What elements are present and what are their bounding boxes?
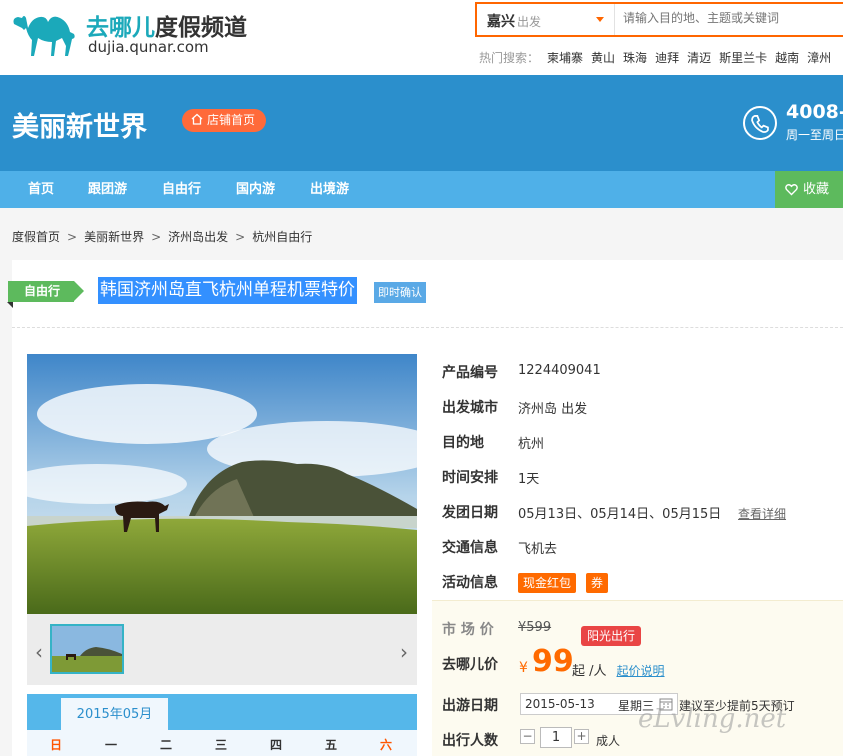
hot-search-item[interactable]: 柬埔寨 xyxy=(547,51,583,65)
activity-label: 活动信息 xyxy=(442,575,498,591)
transport-label: 交通信息 xyxy=(442,540,498,556)
shop-banner: 美丽新世界 xyxy=(0,75,843,171)
nav-item-outbound[interactable]: 出境游 xyxy=(310,171,349,208)
breadcrumb-item[interactable]: 济州岛出发 xyxy=(168,230,228,244)
hot-searches: 热门搜索： 柬埔寨 黄山 珠海 迪拜 清迈 斯里兰卡 越南 漳州 xyxy=(479,49,831,66)
qunar-price-label: 去哪儿价 xyxy=(442,657,498,673)
breadcrumb: 度假首页 > 美丽新世界 > 济州岛出发 > 杭州自由行 xyxy=(12,228,312,245)
camel-logo-icon[interactable] xyxy=(10,8,80,58)
schedule-label: 时间安排 xyxy=(442,470,498,486)
weekday-label: 五 xyxy=(325,738,338,752)
weekday-label: 一 xyxy=(105,738,118,752)
instant-confirm-badge: 即时确认 xyxy=(374,282,426,303)
travelers-label: 出行人数 xyxy=(442,733,498,749)
decrease-button[interactable]: − xyxy=(520,729,535,744)
coupon-badge[interactable]: 券 xyxy=(586,573,609,593)
breadcrumb-separator: > xyxy=(67,230,78,244)
product-code-label: 产品编号 xyxy=(442,365,498,381)
hot-search-item[interactable]: 斯里兰卡 xyxy=(719,51,767,65)
hot-search-item[interactable]: 珠海 xyxy=(623,51,647,65)
hot-search-label: 热门搜索： xyxy=(479,51,540,65)
travelers-input[interactable]: 1 xyxy=(540,727,572,748)
increase-button[interactable]: + xyxy=(574,729,589,744)
search-box: 嘉兴 出发 xyxy=(475,2,843,37)
transport: 飞机去 xyxy=(518,542,558,557)
destination: 杭州 xyxy=(518,437,545,452)
travelers-unit: 成人 xyxy=(596,734,621,748)
thumbnail-image[interactable] xyxy=(50,624,124,674)
breadcrumb-separator: > xyxy=(235,230,246,244)
phone-icon xyxy=(743,106,777,140)
nav-item-domestic[interactable]: 国内游 xyxy=(236,171,275,208)
depart-city-label: 出发城市 xyxy=(442,400,498,416)
product-type-tag: 自由行 xyxy=(6,281,85,308)
departure-dates: 05月13日、05月14日、05月15日 xyxy=(518,507,722,522)
currency-symbol: ¥ xyxy=(519,660,528,676)
view-details-link[interactable]: 查看详细 xyxy=(738,505,786,522)
weekday-label: 四 xyxy=(270,738,283,752)
divider xyxy=(12,327,843,328)
shop-name: 美丽新世界 xyxy=(12,112,147,143)
favorite-label: 收藏 xyxy=(803,182,830,197)
breadcrumb-item[interactable]: 美丽新世界 xyxy=(84,230,144,244)
city-suffix: 出发 xyxy=(517,15,542,29)
breadcrumb-item[interactable]: 杭州自由行 xyxy=(252,230,312,244)
weekday-label: 日 xyxy=(50,738,63,752)
qunar-price: 99 xyxy=(532,644,574,679)
nav-item-free-travel[interactable]: 自由行 xyxy=(162,171,201,208)
product-photo[interactable] xyxy=(27,354,417,614)
breadcrumb-separator: > xyxy=(151,230,162,244)
travel-date-value: 2015-05-13 xyxy=(525,697,595,711)
watermark: eLvling.net xyxy=(638,704,787,734)
heart-icon xyxy=(785,184,798,196)
weekday-label: 三 xyxy=(215,738,228,752)
schedule: 1天 xyxy=(518,472,540,487)
favorite-button[interactable]: 收藏 xyxy=(775,171,843,208)
shop-home-button[interactable]: 店铺首页 xyxy=(182,109,267,132)
chevron-right-icon[interactable]: › xyxy=(400,640,408,664)
chevron-left-icon[interactable]: ‹ xyxy=(35,640,43,664)
hot-search-item[interactable]: 漳州 xyxy=(807,51,831,65)
site-title[interactable]: 去哪儿度假频道 xyxy=(86,8,247,42)
departure-dates-label: 发团日期 xyxy=(442,505,498,521)
destination-label: 目的地 xyxy=(442,435,484,451)
hotline-number: 4008- xyxy=(786,101,843,123)
weekday-label: 六 xyxy=(380,738,393,752)
chevron-down-icon xyxy=(596,17,604,22)
promo-badge: 阳光出行 xyxy=(581,626,642,646)
price-unit: 起 /人 起价说明 xyxy=(572,660,665,679)
market-price: ¥599 xyxy=(518,620,552,635)
main-nav: 首页 跟团游 自由行 国内游 出境游 xyxy=(0,171,843,208)
hotline-hours: 周一至周日 xyxy=(786,128,843,142)
hot-search-item[interactable]: 黄山 xyxy=(591,51,615,65)
weekday-label: 二 xyxy=(160,738,173,752)
home-icon xyxy=(191,113,203,125)
nav-item-home[interactable]: 首页 xyxy=(28,171,54,208)
calendar-month-tab[interactable]: 2015年05月 xyxy=(61,698,168,730)
shop-home-label: 店铺首页 xyxy=(207,113,256,127)
hot-search-item[interactable]: 越南 xyxy=(775,51,799,65)
travel-date-label: 出游日期 xyxy=(442,698,498,714)
nav-item-group-tour[interactable]: 跟团游 xyxy=(88,171,127,208)
departure-city-select[interactable]: 嘉兴 出发 xyxy=(477,4,615,35)
product-title: 韩国济州岛直飞杭州单程机票特价 xyxy=(98,277,357,304)
depart-city: 济州岛 出发 xyxy=(518,402,588,417)
product-code: 1224409041 xyxy=(518,363,601,378)
market-price-label: 市 场 价 xyxy=(442,622,494,638)
hot-search-item[interactable]: 清迈 xyxy=(687,51,711,65)
cash-bonus-badge[interactable]: 现金红包 xyxy=(518,573,577,593)
search-input[interactable] xyxy=(623,11,833,25)
site-domain: dujia.qunar.com xyxy=(88,38,209,56)
price-unit-text: 起 /人 xyxy=(572,664,607,679)
hot-search-item[interactable]: 迪拜 xyxy=(655,51,679,65)
city-name: 嘉兴 xyxy=(487,14,515,30)
breadcrumb-item[interactable]: 度假首页 xyxy=(12,230,60,244)
price-explain-link[interactable]: 起价说明 xyxy=(617,664,665,678)
